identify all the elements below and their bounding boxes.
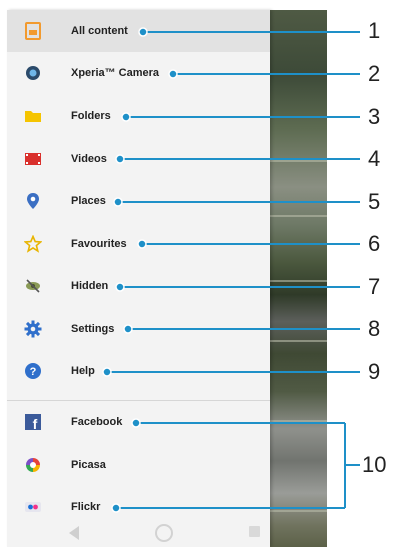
menu-item-label: All content <box>71 25 128 37</box>
navigation-drawer: All content Xperia™ Camera Folders Video… <box>7 10 270 547</box>
callout-number: 9 <box>368 359 381 384</box>
menu-item-folders[interactable]: Folders <box>7 95 270 137</box>
flickr-icon <box>25 502 41 512</box>
menu-item-help[interactable]: ? Help <box>7 350 270 392</box>
hidden-icon <box>26 279 40 293</box>
location-pin-icon <box>27 193 39 209</box>
home-icon[interactable] <box>155 524 173 542</box>
menu-item-camera[interactable]: Xperia™ Camera <box>7 52 270 94</box>
menu-item-label: Hidden <box>71 280 109 292</box>
star-icon <box>24 235 42 253</box>
menu-item-picasa[interactable]: Picasa <box>7 444 270 486</box>
callout-number: 3 <box>368 104 381 129</box>
menu-item-label: Settings <box>71 323 115 335</box>
menu-item-videos[interactable]: Videos <box>7 138 270 180</box>
menu-item-places[interactable]: Places <box>7 180 270 222</box>
callout-number: 6 <box>368 231 381 256</box>
folder-icon <box>25 111 41 122</box>
menu-item-facebook[interactable]: f Facebook <box>7 401 270 443</box>
gallery-photo-strip <box>270 10 327 547</box>
callout-number: 4 <box>368 146 381 171</box>
menu-item-label: Picasa <box>71 459 106 471</box>
menu-item-label: Facebook <box>71 416 123 428</box>
menu-item-label: Videos <box>71 153 107 165</box>
menu-item-hidden[interactable]: Hidden <box>7 265 270 307</box>
svg-text:?: ? <box>30 366 37 378</box>
gear-icon <box>24 320 42 338</box>
menu-item-label: Folders <box>71 110 111 122</box>
recent-apps-icon[interactable] <box>249 526 260 537</box>
back-icon[interactable] <box>69 526 79 540</box>
menu-item-settings[interactable]: Settings <box>7 308 270 350</box>
callout-number: 7 <box>368 274 381 299</box>
all-content-icon <box>25 22 41 40</box>
camera-icon <box>26 66 40 80</box>
callout-number: 5 <box>368 189 381 214</box>
menu-item-label: Places <box>71 195 106 207</box>
menu-item-label: Flickr <box>71 501 101 513</box>
picasa-icon <box>26 458 40 472</box>
callout-number: 8 <box>368 316 381 341</box>
menu-item-label: Xperia™ Camera <box>71 67 160 79</box>
facebook-icon: f <box>25 414 41 431</box>
system-nav-bar <box>7 518 327 547</box>
menu-item-label: Help <box>71 365 95 377</box>
film-icon <box>25 153 41 165</box>
callout-number: 2 <box>368 61 381 86</box>
menu-item-all-content[interactable]: All content <box>7 10 270 52</box>
help-icon: ? <box>25 363 41 379</box>
callout-number: 1 <box>368 18 381 43</box>
menu-item-label: Favourites <box>71 238 127 250</box>
callout-number: 10 <box>362 452 387 477</box>
svg-text:f: f <box>33 416 38 431</box>
menu-item-favourites[interactable]: Favourites <box>7 223 270 265</box>
